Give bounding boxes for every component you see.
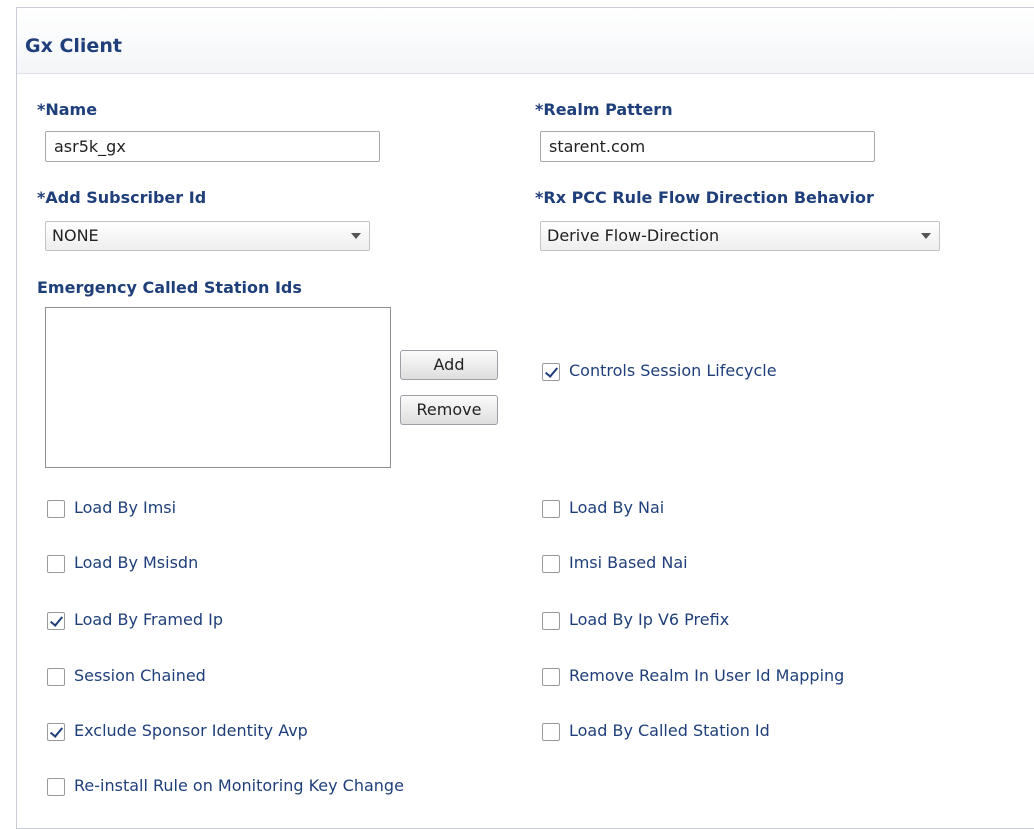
realm-pattern-input[interactable]: starent.com — [540, 131, 875, 162]
chevron-down-icon — [351, 233, 361, 239]
exclude-sponsor-label: Exclude Sponsor Identity Avp — [74, 721, 308, 740]
remove-realm-label: Remove Realm In User Id Mapping — [569, 666, 845, 685]
rx-pcc-rule-label: *Rx PCC Rule Flow Direction Behavior — [535, 188, 874, 207]
imsi-based-nai-label: Imsi Based Nai — [569, 553, 688, 572]
name-label: *Name — [37, 100, 98, 119]
reinstall-rule-checkbox[interactable] — [47, 778, 65, 796]
load-by-imsi-checkbox[interactable] — [47, 500, 65, 518]
emergency-called-station-ids-label: Emergency Called Station Ids — [37, 278, 302, 297]
exclude-sponsor-checkbox[interactable] — [47, 723, 65, 741]
rx-pcc-rule-select[interactable]: Derive Flow-Direction — [540, 221, 940, 251]
panel-title: Gx Client — [25, 35, 122, 57]
load-by-framed-ip-label: Load By Framed Ip — [74, 610, 223, 629]
load-by-ip-v6-prefix-checkbox[interactable] — [542, 612, 560, 630]
add-button[interactable]: Add — [400, 350, 498, 380]
name-input[interactable]: asr5k_gx — [45, 131, 380, 162]
session-chained-label: Session Chained — [74, 666, 206, 685]
load-by-nai-checkbox[interactable] — [542, 500, 560, 518]
remove-realm-checkbox[interactable] — [542, 668, 560, 686]
load-by-msisdn-checkbox[interactable] — [47, 555, 65, 573]
load-by-msisdn-label: Load By Msisdn — [74, 553, 199, 572]
load-by-called-station-id-checkbox[interactable] — [542, 723, 560, 741]
load-by-imsi-label: Load By Imsi — [74, 498, 177, 517]
add-subscriber-id-value: NONE — [52, 226, 99, 245]
emergency-called-station-ids-list[interactable] — [45, 307, 391, 468]
load-by-ip-v6-prefix-label: Load By Ip V6 Prefix — [569, 610, 730, 629]
load-by-framed-ip-checkbox[interactable] — [47, 612, 65, 630]
remove-button[interactable]: Remove — [400, 395, 498, 425]
chevron-down-icon — [921, 233, 931, 239]
realm-pattern-label: *Realm Pattern — [535, 100, 673, 119]
add-subscriber-id-select[interactable]: NONE — [45, 221, 370, 251]
rx-pcc-rule-value: Derive Flow-Direction — [547, 226, 720, 245]
imsi-based-nai-checkbox[interactable] — [542, 555, 560, 573]
controls-session-lifecycle-checkbox[interactable] — [542, 363, 560, 381]
load-by-called-station-id-label: Load By Called Station Id — [569, 721, 770, 740]
add-subscriber-id-label: *Add Subscriber Id — [37, 188, 207, 207]
load-by-nai-label: Load By Nai — [569, 498, 665, 517]
reinstall-rule-label: Re-install Rule on Monitoring Key Change — [74, 776, 404, 795]
controls-session-lifecycle-label: Controls Session Lifecycle — [569, 361, 777, 380]
panel-header: Gx Client — [17, 8, 1034, 74]
session-chained-checkbox[interactable] — [47, 668, 65, 686]
